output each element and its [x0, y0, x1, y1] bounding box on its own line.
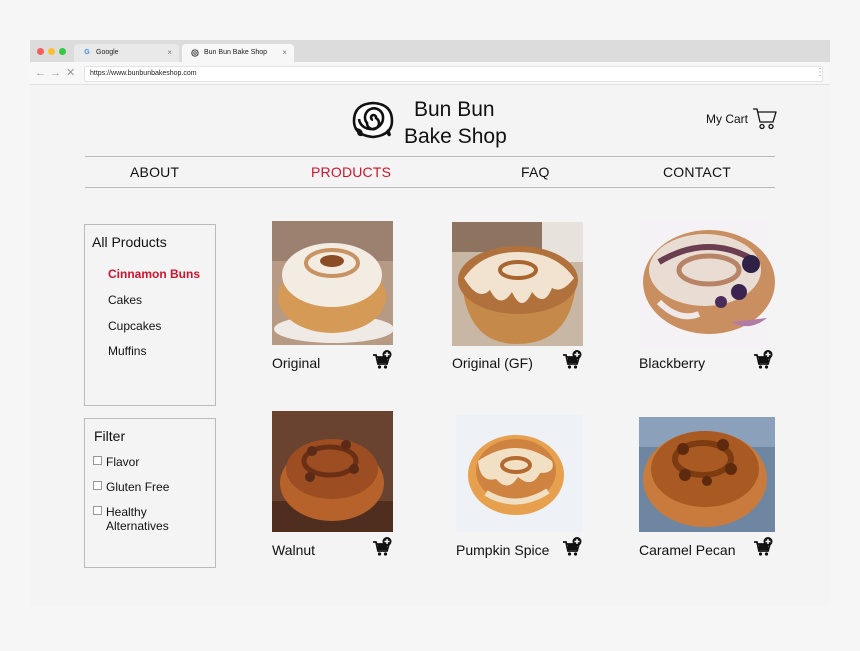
category-cupcakes[interactable]: Cupcakes [108, 319, 161, 333]
tab-close-icon[interactable]: × [282, 44, 287, 62]
address-bar-row: ← → ✕ https://www.bunbunbakeshop.com ⋮ [30, 62, 830, 85]
forward-arrow-icon[interactable]: → [50, 66, 61, 80]
cart-label: My Cart [706, 112, 748, 126]
add-to-cart-icon[interactable] [562, 350, 582, 370]
tab-close-icon[interactable]: × [167, 44, 172, 62]
product-image-walnut[interactable] [272, 411, 393, 532]
nav-products[interactable]: PRODUCTS [311, 164, 391, 180]
flavor-checkbox[interactable] [93, 456, 102, 465]
add-to-cart-icon[interactable] [562, 537, 582, 557]
cinnamon-bun-logo[interactable] [348, 95, 398, 143]
healthy-alternatives-checkbox[interactable] [93, 506, 102, 515]
url-input[interactable]: https://www.bunbunbakeshop.com [84, 66, 823, 82]
product-image-blackberry[interactable] [639, 222, 775, 346]
maximize-window-button[interactable] [59, 48, 66, 55]
filter-label: Flavor [106, 455, 140, 469]
stop-icon[interactable]: ✕ [66, 66, 75, 80]
nav-about[interactable]: ABOUT [130, 164, 179, 180]
product-image-pumpkin-spice[interactable] [456, 415, 583, 532]
tab-google[interactable]: G Google × [74, 44, 179, 62]
filter-healthy-alternatives[interactable]: Healthy Alternatives [93, 505, 169, 533]
tab-label: Google [96, 49, 119, 56]
product-image-caramel-pecan[interactable] [639, 417, 775, 532]
browser-menu-icon[interactable]: ⋮ [815, 67, 825, 79]
product-image-original[interactable] [272, 221, 393, 345]
categories-title: All Products [92, 234, 167, 250]
brand-name[interactable]: Bun Bun Bake Shop [404, 96, 507, 150]
categories-panel: All Products Cinnamon Buns Cakes Cupcake… [84, 224, 216, 406]
nav-faq[interactable]: FAQ [521, 164, 550, 180]
product-image-original-gf[interactable] [452, 222, 583, 346]
close-window-button[interactable] [37, 48, 44, 55]
product-name[interactable]: Caramel Pecan [639, 542, 736, 558]
filter-label-line-2: Alternatives [106, 519, 169, 533]
product-name[interactable]: Original (GF) [452, 355, 533, 371]
product-name[interactable]: Pumpkin Spice [456, 542, 549, 558]
product-name[interactable]: Original [272, 355, 320, 371]
filter-panel: Filter Flavor Gluten Free Healthy Altern… [84, 418, 216, 568]
product-name[interactable]: Walnut [272, 542, 315, 558]
category-cinnamon-buns[interactable]: Cinnamon Buns [108, 267, 200, 281]
browser-window: G Google × Bun Bun Bake Shop × ← → ✕ htt… [30, 40, 830, 605]
category-cakes[interactable]: Cakes [108, 293, 142, 307]
filter-gluten-free[interactable]: Gluten Free [93, 480, 169, 494]
filter-title: Filter [94, 428, 126, 444]
nav-contact[interactable]: CONTACT [663, 164, 731, 180]
brand-line-2: Bake Shop [404, 125, 507, 148]
add-to-cart-icon[interactable] [753, 350, 773, 370]
filter-flavor[interactable]: Flavor [93, 455, 139, 469]
add-to-cart-icon[interactable] [372, 350, 392, 370]
site-favicon-icon [191, 49, 199, 57]
back-arrow-icon[interactable]: ← [35, 66, 46, 80]
filter-label: Gluten Free [106, 480, 170, 494]
minimize-window-button[interactable] [48, 48, 55, 55]
gluten-free-checkbox[interactable] [93, 481, 102, 490]
tab-bun-bun-bake-shop[interactable]: Bun Bun Bake Shop × [182, 44, 294, 62]
add-to-cart-icon[interactable] [372, 537, 392, 557]
google-icon: G [84, 49, 90, 56]
shopping-cart-icon [752, 107, 778, 131]
product-name[interactable]: Blackberry [639, 355, 705, 371]
category-muffins[interactable]: Muffins [108, 344, 146, 358]
tab-strip: G Google × Bun Bun Bake Shop × [30, 40, 830, 62]
main-nav: ABOUT PRODUCTS FAQ CONTACT [85, 156, 775, 188]
filter-label: Healthy [106, 505, 147, 519]
brand-line-1: Bun Bun [414, 98, 495, 121]
tab-label: Bun Bun Bake Shop [204, 49, 268, 56]
add-to-cart-icon[interactable] [753, 537, 773, 557]
